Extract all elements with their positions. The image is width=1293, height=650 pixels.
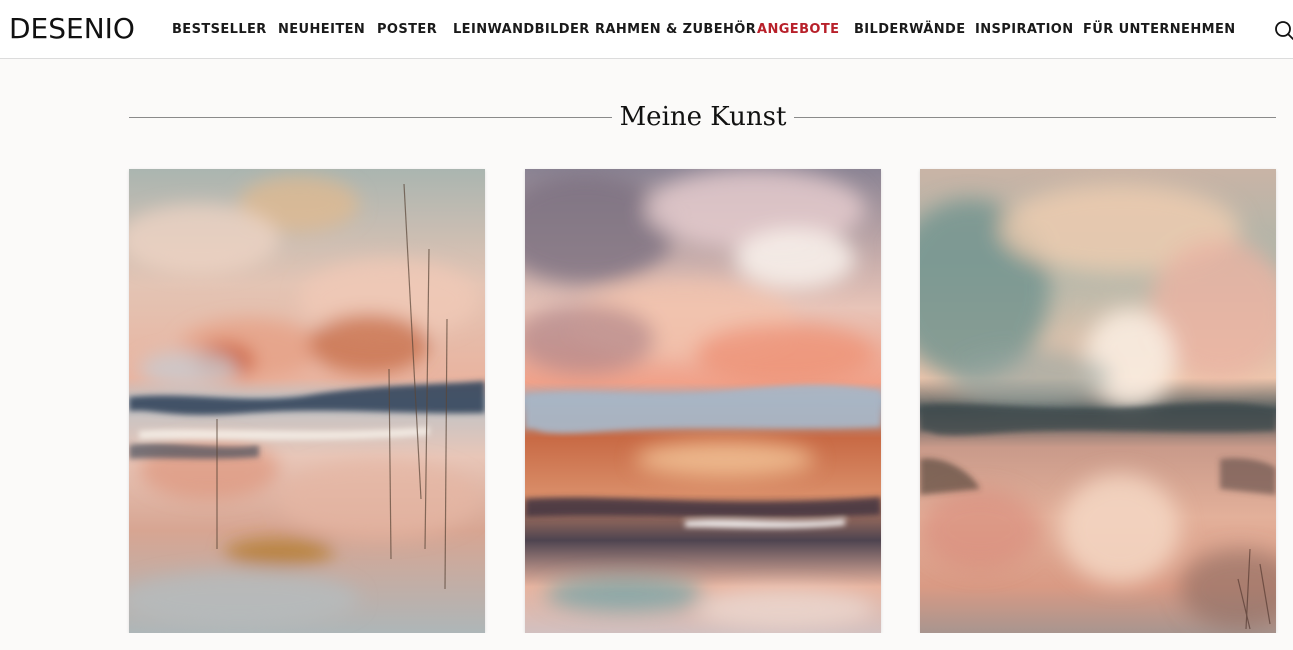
artwork-card-3[interactable] [920,169,1276,633]
brand-logo[interactable]: DESENIO [9,13,135,45]
site-header: DESENIO BESTSELLER NEUHEITEN POSTER LEIN… [0,0,1293,59]
artwork-card-1[interactable] [129,169,485,633]
nav-item-rahmen-zubehoer[interactable]: RAHMEN & ZUBEHÖR [595,21,756,39]
nav-item-leinwandbilder[interactable]: LEINWANDBILDER [453,21,590,39]
page-bottom-area [0,633,1293,650]
nav-item-poster[interactable]: POSTER [377,21,437,39]
nav-item-fuer-unternehmen[interactable]: FÜR UNTERNEHMEN [1083,21,1236,39]
section-title: Meine Kunst [619,102,787,132]
nav-item-neuheiten[interactable]: NEUHEITEN [278,21,365,39]
section-heading: Meine Kunst [129,96,1276,138]
nav-item-bilderwaende[interactable]: BILDERWÄNDE [854,21,965,39]
nav-item-angebote[interactable]: ANGEBOTE [757,21,839,39]
nav-item-bestseller[interactable]: BESTSELLER [172,21,267,39]
artwork-image-3 [920,169,1276,633]
artwork-image-1 [129,169,485,633]
heading-rule-right [794,117,1276,118]
artwork-image-2 [525,169,881,633]
nav-item-inspiration[interactable]: INSPIRATION [975,21,1074,39]
artwork-card-2[interactable] [525,169,881,633]
heading-rule-left [129,117,612,118]
search-icon[interactable] [1273,19,1293,41]
